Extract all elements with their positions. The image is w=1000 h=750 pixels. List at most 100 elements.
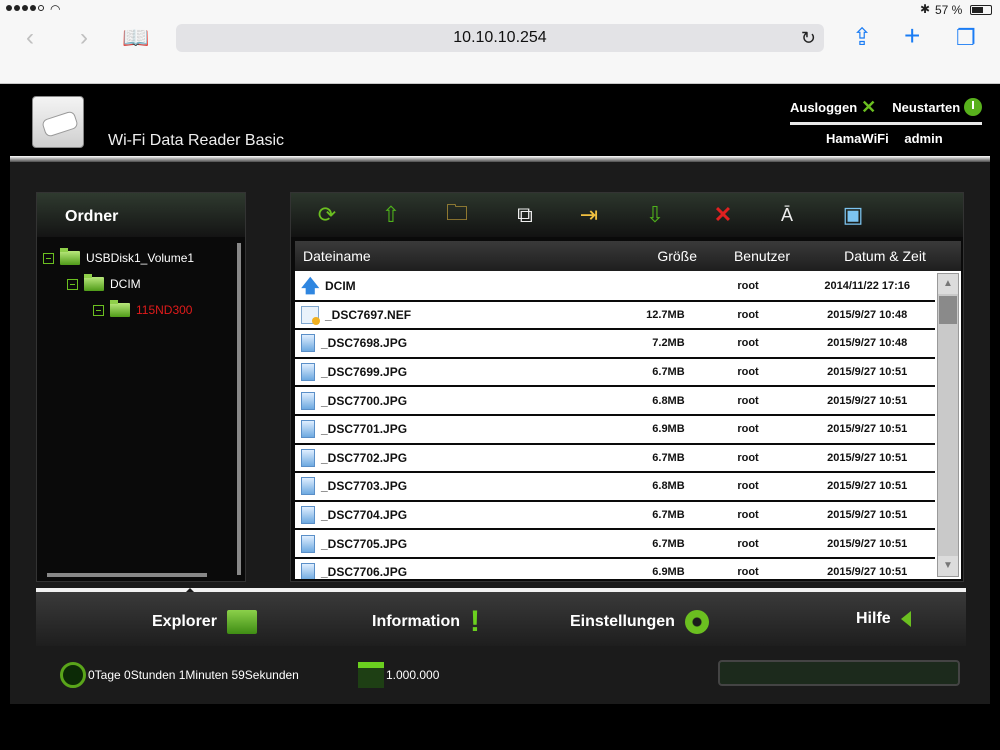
nav-information[interactable]: Information ! <box>372 607 480 637</box>
folder-horizontal-scrollbar[interactable] <box>47 573 207 577</box>
nav-label[interactable]: Hilfe <box>856 610 891 628</box>
file-date: 2015/9/27 10:51 <box>827 509 908 522</box>
file-name[interactable]: _DSC7704.JPG <box>321 508 407 522</box>
file-name[interactable]: _DSC7703.JPG <box>321 479 407 493</box>
table-row[interactable]: _DSC7702.JPG 6.7MB root 2015/9/27 10:51 <box>295 444 935 472</box>
file-size: 6.9MB <box>652 423 685 436</box>
logout-link[interactable]: Ausloggen <box>790 100 857 115</box>
file-name[interactable]: _DSC7705.JPG <box>321 537 407 551</box>
folder-icon <box>110 300 130 317</box>
explorer-icon[interactable] <box>226 610 257 634</box>
file-name[interactable]: _DSC7699.JPG <box>321 365 407 379</box>
image-preview-icon[interactable]: ▣ <box>835 198 871 232</box>
tabs-icon[interactable]: ❐ <box>956 24 976 52</box>
table-row[interactable]: 🡅 DCIM root 2014/11/22 17:16 <box>295 273 935 300</box>
restart-link[interactable]: Neustarten <box>892 100 960 115</box>
column-header-size[interactable]: Größe <box>615 248 709 264</box>
file-user: root <box>737 566 759 579</box>
address-bar[interactable]: 10.10.10.254 ↻ <box>176 24 824 52</box>
file-size: 6.7MB <box>652 366 685 379</box>
download-icon[interactable]: ⇩ <box>637 198 673 232</box>
user-label: admin <box>904 131 943 146</box>
table-row[interactable]: _DSC7706.JPG 6.9MB root 2015/9/27 10:51 <box>295 558 935 579</box>
file-name[interactable]: _DSC7697.NEF <box>325 308 411 322</box>
upload-icon[interactable]: ⇧ <box>373 198 409 232</box>
bottom-nav: Explorer Information ! Einstellungen Hil… <box>36 592 966 646</box>
table-row[interactable]: _DSC7700.JPG 6.8MB root 2015/9/27 10:51 <box>295 387 935 414</box>
table-row[interactable]: _DSC7705.JPG 6.7MB root 2015/9/27 10:51 <box>295 530 935 557</box>
logout-x-icon[interactable]: ✕ <box>861 98 876 116</box>
share-icon[interactable]: ⇪ <box>852 24 872 52</box>
power-icon[interactable] <box>964 98 983 116</box>
move-icon[interactable]: ⇥ <box>571 198 607 232</box>
file-user: root <box>737 451 759 464</box>
table-row[interactable]: _DSC7704.JPG 6.7MB root 2015/9/27 10:51 <box>295 501 935 529</box>
file-size: 6.7MB <box>652 509 685 522</box>
scroll-up-icon[interactable]: ▲ <box>938 274 958 294</box>
folder-vertical-scrollbar[interactable] <box>237 243 241 575</box>
delete-icon[interactable]: ✕ <box>705 198 741 232</box>
file-list-scrollbar[interactable]: ▲ ▼ <box>937 273 959 577</box>
file-name[interactable]: _DSC7702.JPG <box>321 451 407 465</box>
rename-icon[interactable]: Ā <box>769 198 805 232</box>
back-icon[interactable]: ‹ <box>26 24 34 52</box>
tree-node-label-selected[interactable]: 115ND300 <box>136 303 192 317</box>
file-name[interactable]: _DSC7706.JPG <box>321 565 407 579</box>
gear-icon[interactable] <box>684 610 709 634</box>
table-row[interactable]: _DSC7698.JPG 7.2MB root 2015/9/27 10:48 <box>295 330 935 357</box>
table-row[interactable]: _DSC7697.NEF 12.7MB root 2015/9/27 10:48 <box>295 301 935 329</box>
collapse-icon[interactable] <box>43 252 54 264</box>
column-header-name[interactable]: Dateiname <box>295 248 615 264</box>
tree-node-dcim[interactable]: DCIM <box>67 271 194 297</box>
reload-icon[interactable]: ↻ <box>801 24 816 52</box>
file-name[interactable]: _DSC7700.JPG <box>321 394 407 408</box>
new-folder-icon[interactable]: 🗀 <box>439 198 475 232</box>
tree-node-volume[interactable]: USBDisk1_Volume1 <box>43 245 194 271</box>
info-icon[interactable]: ! <box>470 607 480 637</box>
file-date: 2015/9/27 10:51 <box>827 566 908 579</box>
help-arrow-icon[interactable] <box>900 611 911 627</box>
file-date: 2015/9/27 10:51 <box>827 537 908 550</box>
nav-label[interactable]: Einstellungen <box>570 613 675 631</box>
bookmarks-icon[interactable]: 📖 <box>122 24 149 52</box>
forward-icon[interactable]: › <box>80 24 88 52</box>
nav-label[interactable]: Explorer <box>152 613 217 631</box>
collapse-icon[interactable] <box>93 304 104 316</box>
file-table: Dateiname Größe Benutzer Datum & Zeit 🡅 D… <box>295 241 961 579</box>
copy-icon[interactable]: ⧉ <box>507 198 543 232</box>
file-name[interactable]: _DSC7698.JPG <box>321 336 407 350</box>
file-panel: ⟳ ⇧ 🗀 ⧉ ⇥ ⇩ ✕ Ā ▣ Dateiname Größe Benutz… <box>290 192 964 582</box>
status-footer: 0Tage 0Stunden 1Minuten 59Sekunden 1.000… <box>10 646 990 704</box>
image-file-icon <box>301 477 315 496</box>
new-tab-icon[interactable]: + <box>904 22 920 50</box>
tree-node-label[interactable]: USBDisk1_Volume1 <box>86 251 194 265</box>
nav-help[interactable]: Hilfe <box>856 610 911 628</box>
column-header-date[interactable]: Datum & Zeit <box>815 248 955 264</box>
column-header-user[interactable]: Benutzer <box>709 248 815 264</box>
file-name[interactable]: DCIM <box>325 279 356 293</box>
nav-explorer[interactable]: Explorer <box>152 610 257 634</box>
folder-panel: Ordner USBDisk1_Volume1 DCIM 115ND300 <box>36 192 246 582</box>
file-user: root <box>737 480 759 493</box>
nav-label[interactable]: Information <box>372 613 460 631</box>
file-table-header: Dateiname Größe Benutzer Datum & Zeit <box>295 241 961 271</box>
refresh-icon[interactable]: ⟳ <box>309 198 345 232</box>
nav-settings[interactable]: Einstellungen <box>570 610 709 634</box>
table-row[interactable]: _DSC7703.JPG 6.8MB root 2015/9/27 10:51 <box>295 473 935 500</box>
tree-node-115nd300[interactable]: 115ND300 <box>93 297 194 323</box>
main-area: Ordner USBDisk1_Volume1 DCIM 115ND300 ⟳ … <box>10 162 990 704</box>
counter-icon <box>358 662 384 688</box>
tree-node-label[interactable]: DCIM <box>110 277 141 291</box>
image-file-icon <box>301 506 315 525</box>
scroll-down-icon[interactable]: ▼ <box>938 556 958 576</box>
collapse-icon[interactable] <box>67 278 78 290</box>
raw-file-icon <box>301 305 320 325</box>
table-row[interactable]: _DSC7699.JPG 6.7MB root 2015/9/27 10:51 <box>295 358 935 386</box>
file-date: 2015/9/27 10:51 <box>827 480 908 493</box>
uptime-text: 0Tage 0Stunden 1Minuten 59Sekunden <box>88 668 299 682</box>
scroll-thumb[interactable] <box>939 296 957 324</box>
table-row[interactable]: _DSC7701.JPG 6.9MB root 2015/9/27 10:51 <box>295 415 935 443</box>
file-user: root <box>737 509 759 522</box>
cell-signal-icon <box>6 5 44 11</box>
file-name[interactable]: _DSC7701.JPG <box>321 422 407 436</box>
